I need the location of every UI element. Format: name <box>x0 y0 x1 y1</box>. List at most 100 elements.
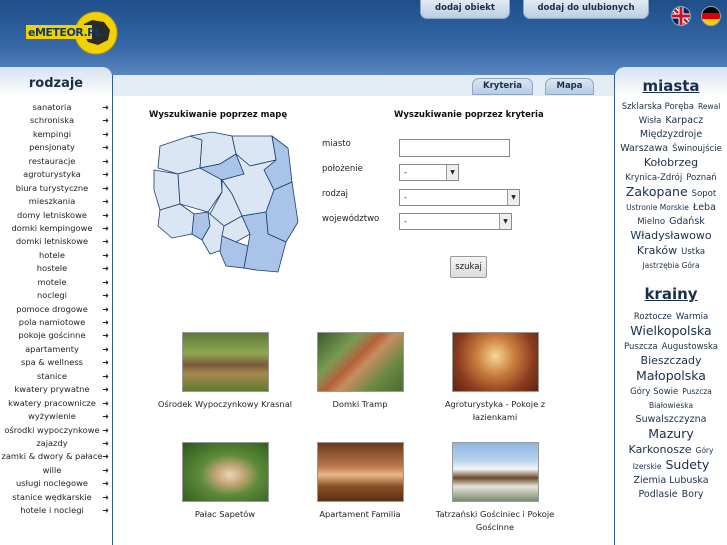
city-tag-link[interactable]: Władysławowo <box>630 229 711 243</box>
city-tag-link[interactable]: Kraków <box>637 244 677 258</box>
sidebar-category-item[interactable]: apartamenty ➜ <box>0 343 112 356</box>
voivodeship-select[interactable]: - ▼ <box>399 213 512 230</box>
listing-card[interactable]: Domki Tramp <box>290 332 430 411</box>
sidebar-category-item[interactable]: stanice wędkarskie ➜ <box>0 491 112 504</box>
forest-cabins-photo[interactable] <box>181 332 269 392</box>
city-tag-link[interactable]: Wisła <box>639 114 662 128</box>
search-button[interactable]: szukaj <box>450 256 487 278</box>
tab-kryteria[interactable]: Kryteria <box>472 78 533 95</box>
region-tag-link[interactable]: Sudety <box>666 458 710 472</box>
city-tag-link[interactable]: Ustka <box>681 245 705 259</box>
sidebar-category-item[interactable]: sanatoria ➜ <box>0 101 112 114</box>
region-tag-link[interactable]: Puszcza <box>624 340 658 354</box>
region-tag-link[interactable]: Warmia <box>676 310 708 324</box>
city-tag-link[interactable]: Rewal <box>698 100 720 114</box>
region-tag-link[interactable]: Izerskie <box>633 460 662 474</box>
listing-title[interactable]: Tatrzański Gościniec i Pokoje Gościnne <box>425 508 565 534</box>
sidebar-category-item[interactable]: zajazdy ➜ <box>0 437 112 450</box>
region-tag-link[interactable]: Bory <box>682 488 704 502</box>
city-tag-link[interactable]: Poznań <box>686 171 716 185</box>
region-tag-link[interactable]: Góry <box>696 444 714 458</box>
sidebar-category-item[interactable]: domy letniskowe ➜ <box>0 209 112 222</box>
city-tag-link[interactable]: Sopot <box>692 187 717 201</box>
tab-mapa[interactable]: Mapa <box>545 78 594 95</box>
poland-map[interactable] <box>150 130 302 275</box>
city-tag-link[interactable]: Kołobrzeg <box>644 156 698 170</box>
sidebar-category-item[interactable]: wille ➜ <box>0 464 112 477</box>
add-object-button[interactable]: dodaj obiekt <box>420 0 510 19</box>
region-tag-link[interactable]: Karkonosze <box>629 443 692 457</box>
region-tag-link[interactable]: Góry Sowie <box>630 385 678 399</box>
sidebar-category-item[interactable]: pola namiotowe ➜ <box>0 316 112 329</box>
city-tag-link[interactable]: Jastrzębia Góra <box>642 259 699 273</box>
city-tag-link[interactable]: Łeba <box>693 201 716 215</box>
sidebar-category-item[interactable]: wyżywienie ➜ <box>0 410 112 423</box>
region-tag-link[interactable]: Mazury <box>648 427 693 441</box>
region-tag-link[interactable]: Wielkopolska <box>630 324 711 338</box>
city-tag-link[interactable]: Krynica-Zdrój <box>625 171 682 185</box>
sidebar-category-item[interactable]: ośrodki wypoczynkowe ➜ <box>0 424 112 437</box>
sidebar-category-item[interactable]: pensjonaty ➜ <box>0 141 112 154</box>
sidebar-category-item[interactable]: kwatery pracownicze ➜ <box>0 397 112 410</box>
listing-card[interactable]: Agroturystyka - Pokoje z łazienkami <box>425 332 565 424</box>
region-tag-link[interactable]: Augustowska <box>662 340 718 354</box>
sidebar-category-item[interactable]: spa & wellness ➜ <box>0 356 112 369</box>
sidebar-category-item[interactable]: domki kempingowe ➜ <box>0 222 112 235</box>
city-tag-link[interactable]: Szklarska Poręba <box>622 100 694 114</box>
city-tag-link[interactable]: Mielno <box>637 215 665 229</box>
type-select[interactable]: - ▼ <box>399 189 520 206</box>
sidebar-category-item[interactable]: noclegi ➜ <box>0 289 112 302</box>
listing-title[interactable]: Agroturystyka - Pokoje z łazienkami <box>425 398 565 424</box>
listing-title[interactable]: Apartament Familia <box>290 508 430 521</box>
region-tag-link[interactable]: Małopolska <box>636 369 706 383</box>
region-tag-link[interactable]: Ziemia Lubuska <box>633 474 708 488</box>
sidebar-category-item[interactable]: stanice ➜ <box>0 370 112 383</box>
sidebar-category-item[interactable]: hotele i noclegi ➜ <box>0 504 112 517</box>
regions-heading[interactable]: krainy <box>615 285 727 303</box>
sidebar-category-item[interactable]: motele ➜ <box>0 276 112 289</box>
sidebar-category-item[interactable]: mieszkania ➜ <box>0 195 112 208</box>
palace-aerial-photo[interactable] <box>181 442 269 502</box>
region-tag-link[interactable]: Suwalszczyzna <box>636 413 707 427</box>
sidebar-category-item[interactable]: schroniska ➜ <box>0 114 112 127</box>
sidebar-category-item[interactable]: usługi noclegowe ➜ <box>0 477 112 490</box>
city-tag-link[interactable]: Gdańsk <box>669 215 705 229</box>
city-tag-link[interactable]: Zakopane <box>626 185 688 199</box>
region-tag-link[interactable]: Roztocze <box>634 310 672 324</box>
sidebar-category-item[interactable]: pomoce drogowe ➜ <box>0 303 112 316</box>
sidebar-category-item[interactable]: pokoje gościnne ➜ <box>0 329 112 342</box>
sidebar-category-item[interactable]: kwatery prywatne ➜ <box>0 383 112 396</box>
city-tag-link[interactable]: Karpacz <box>665 114 703 128</box>
listing-title[interactable]: Ośrodek Wypoczynkowy Krasnal <box>155 398 295 411</box>
city-tag-link[interactable]: Ustronie Morskie <box>626 201 689 215</box>
region-tag-link[interactable]: Podlasie <box>639 488 678 502</box>
listing-card[interactable]: Tatrzański Gościniec i Pokoje Gościnne <box>425 442 565 534</box>
sidebar-category-item[interactable]: kempingi ➜ <box>0 128 112 141</box>
listing-title[interactable]: Pałac Sapetów <box>155 508 295 521</box>
a-frame-cabin-photo[interactable] <box>316 332 404 392</box>
city-tag-link[interactable]: Warszawa <box>620 142 668 156</box>
sidebar-category-item[interactable]: restauracje ➜ <box>0 155 112 168</box>
bedroom-photo[interactable] <box>316 442 404 502</box>
mountain-house-photo[interactable] <box>451 442 539 502</box>
listing-card[interactable]: Pałac Sapetów <box>155 442 295 521</box>
site-logo[interactable]: eMETEOR.PL <box>26 10 118 56</box>
region-tag-link[interactable]: Białowieska <box>649 399 693 413</box>
english-flag-icon[interactable] <box>671 6 691 26</box>
sidebar-category-item[interactable]: biura turystyczne ➜ <box>0 182 112 195</box>
city-tag-link[interactable]: Międzyzdroje <box>640 128 702 142</box>
region-tag-link[interactable]: Puszcza <box>682 385 712 399</box>
listing-title[interactable]: Domki Tramp <box>290 398 430 411</box>
listing-card[interactable]: Apartament Familia <box>290 442 430 521</box>
city-tag-link[interactable]: Świnoujście <box>672 142 722 156</box>
city-input[interactable] <box>399 139 510 157</box>
listing-card[interactable]: Ośrodek Wypoczynkowy Krasnal <box>155 332 295 411</box>
cities-heading[interactable]: miasta <box>615 67 727 97</box>
sidebar-category-item[interactable]: agroturystyka ➜ <box>0 168 112 181</box>
dining-room-photo[interactable] <box>451 332 539 392</box>
sidebar-category-item[interactable]: domki letniskowe ➜ <box>0 235 112 248</box>
region-tag-link[interactable]: Bieszczady <box>641 354 702 368</box>
add-to-favorites-button[interactable]: dodaj do ulubionych <box>523 0 649 19</box>
sidebar-category-item[interactable]: hotele ➜ <box>0 249 112 262</box>
location-select[interactable]: - ▼ <box>399 164 459 181</box>
